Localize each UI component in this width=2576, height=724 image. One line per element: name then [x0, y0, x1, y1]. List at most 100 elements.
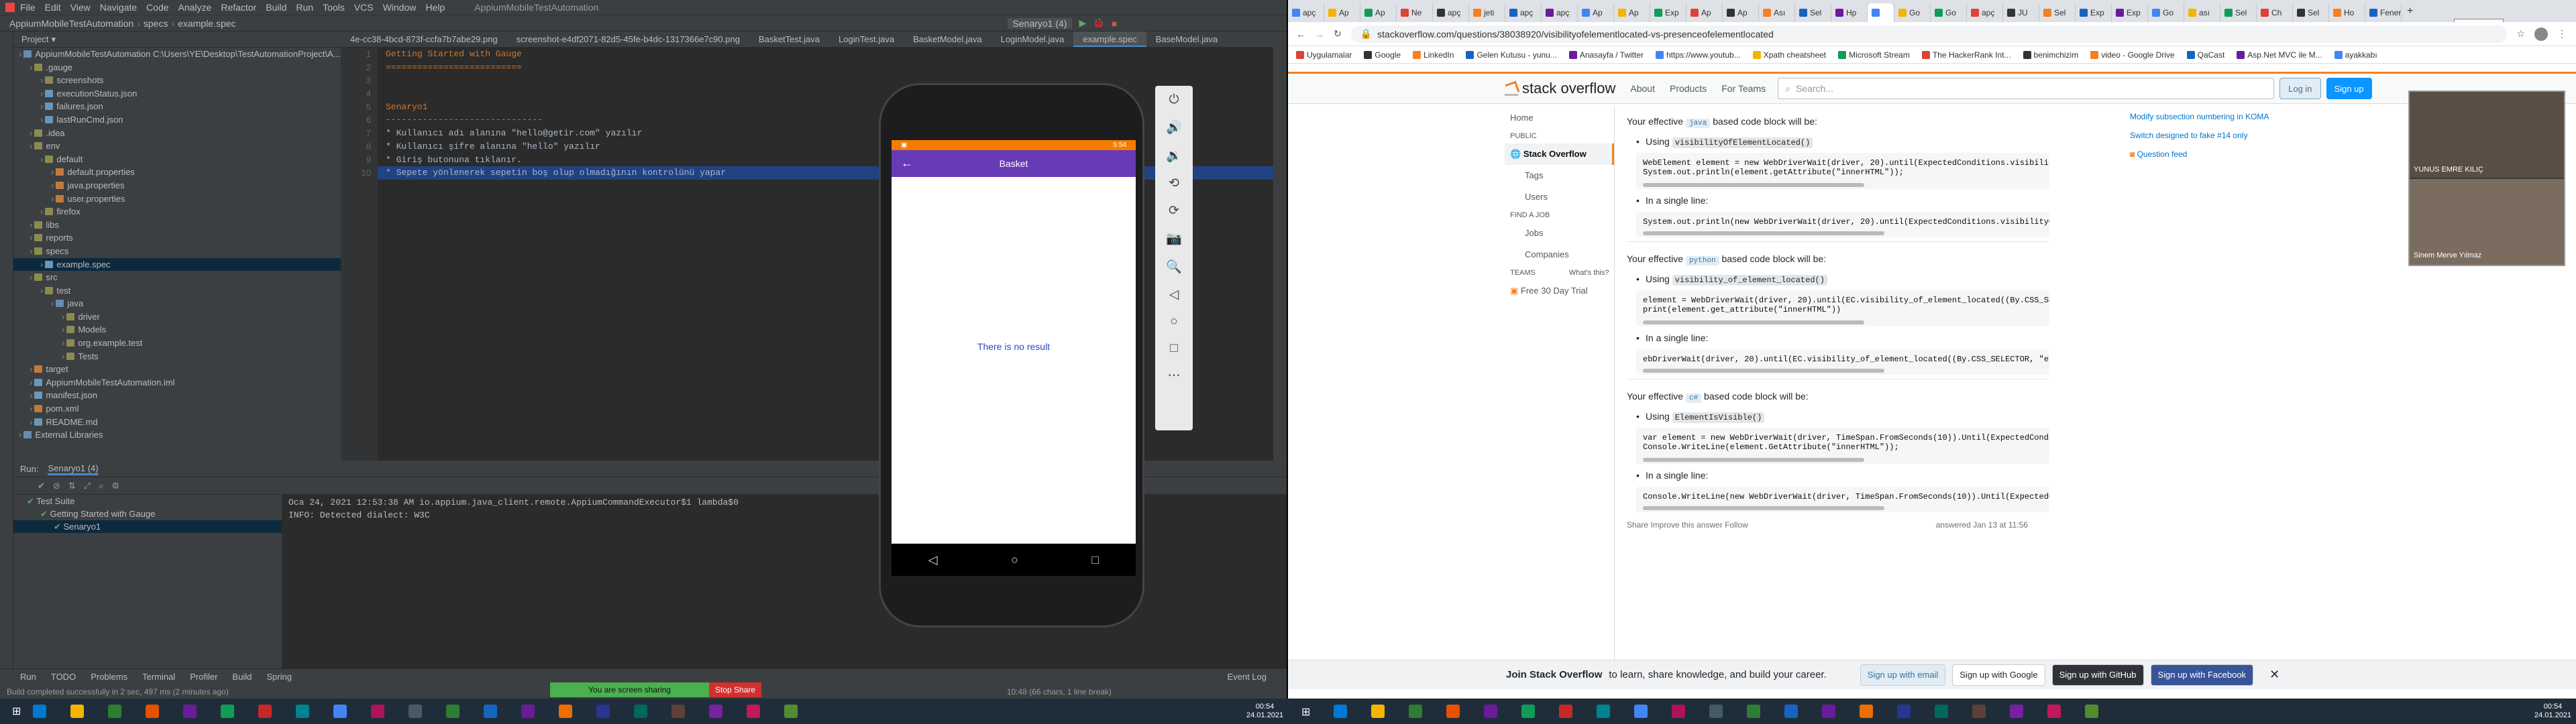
code-line[interactable]	[378, 87, 1287, 101]
taskbar-app-icon[interactable]	[1747, 705, 1760, 718]
language-tag[interactable]: c#	[1685, 394, 1702, 403]
whats-this-link[interactable]: What's this?	[1569, 269, 1609, 277]
menu-item[interactable]: VCS	[354, 2, 374, 13]
tree-item[interactable]: › External Libraries	[13, 428, 341, 442]
language-tag[interactable]: java	[1685, 119, 1711, 128]
nav-recents-icon[interactable]: □	[1091, 553, 1099, 567]
tree-item[interactable]: › pom.xml	[13, 402, 341, 416]
tree-item[interactable]: › README.md	[13, 416, 341, 429]
language-tag[interactable]: python	[1685, 256, 1719, 265]
editor-tab[interactable]: screenshot-e4df2071-82d5-45fe-b4dc-13173…	[507, 32, 749, 47]
chevron-icon[interactable]: ›	[30, 62, 32, 72]
project-label[interactable]: Project	[21, 34, 48, 44]
signup-facebook-button[interactable]: Sign up with Facebook	[2150, 664, 2254, 686]
bookmark-item[interactable]: ayakkabı	[2334, 50, 2377, 60]
chevron-icon[interactable]: ›	[30, 272, 32, 282]
tree-item[interactable]: › user.properties	[13, 192, 341, 206]
chevron-icon[interactable]: ›	[30, 233, 32, 243]
sort-icon[interactable]: ⇅	[68, 481, 76, 491]
taskbar-app-icon[interactable]	[596, 705, 610, 718]
browser-tab[interactable]: Go	[1931, 3, 1967, 22]
signup-github-button[interactable]: Sign up with GitHub	[2051, 664, 2144, 686]
taskbar-app-icon[interactable]	[1860, 705, 1873, 718]
expand-icon[interactable]: ⤢	[84, 481, 91, 491]
tree-item[interactable]: › libs	[13, 219, 341, 232]
chevron-icon[interactable]: ›	[30, 404, 32, 414]
so-logo[interactable]: stack overflow	[1505, 80, 1615, 97]
menu-item[interactable]: File	[20, 2, 36, 13]
taskbar-app-icon[interactable]	[2085, 705, 2098, 718]
settings-icon[interactable]: ⚙	[111, 481, 119, 491]
tool-window-tab[interactable]: Run	[20, 672, 36, 682]
overview-icon[interactable]: □	[1170, 341, 1177, 356]
bookmark-item[interactable]: Google	[1364, 50, 1401, 60]
taskbar-app-icon[interactable]	[521, 705, 535, 718]
browser-tab[interactable]: Ap	[1723, 3, 1759, 22]
taskbar-app-icon[interactable]	[183, 705, 197, 718]
browser-tab[interactable]: apç	[1433, 3, 1469, 22]
so-nav-products[interactable]: Products	[1670, 83, 1707, 94]
tree-item[interactable]: › failures.json	[13, 100, 341, 113]
taskbar-app-icon[interactable]	[1521, 705, 1535, 718]
taskbar-app-icon[interactable]	[108, 705, 122, 718]
run-tree-suite[interactable]: ✔ Test Suite	[13, 495, 282, 507]
cancel-icon[interactable]: ⊘	[53, 481, 60, 491]
browser-tab[interactable]: Go	[2148, 3, 2184, 22]
nav-home-icon[interactable]: ○	[1011, 553, 1018, 567]
debug-icon[interactable]: 🐞	[1093, 17, 1104, 29]
tree-item[interactable]: › org.example.test	[13, 337, 341, 350]
browser-tab[interactable]: Exp	[2076, 3, 2112, 22]
code-scrollbar[interactable]	[1643, 231, 1884, 235]
tree-item[interactable]: › specs	[13, 245, 341, 258]
check-icon[interactable]: ✔	[38, 481, 45, 491]
taskbar-app-icon[interactable]	[1897, 705, 1911, 718]
chevron-icon[interactable]: ›	[62, 338, 64, 348]
browser-tab[interactable]: Sel	[1795, 3, 1831, 22]
browser-tab[interactable]: Ap	[1360, 3, 1397, 22]
taskbar-app-icon[interactable]	[221, 705, 235, 718]
zoom-icon[interactable]: 🔍	[1166, 259, 1182, 275]
editor-tab[interactable]: LoginModel.java	[991, 32, 1074, 47]
menu-item[interactable]: Refactor	[221, 2, 256, 13]
editor-tab[interactable]: BaseModel.java	[1146, 32, 1228, 47]
tree-item[interactable]: › src	[13, 271, 341, 284]
browser-tab[interactable]: JU	[2003, 3, 2039, 22]
nav-back-icon[interactable]: ◁	[928, 553, 938, 567]
taskbar-app-icon[interactable]	[784, 705, 798, 718]
bookmark-item[interactable]: Anasayfa / Twitter	[1568, 50, 1644, 60]
code-line[interactable]: Getting Started with Gauge	[378, 48, 1287, 61]
taskbar-app-icon[interactable]	[1559, 705, 1572, 718]
share-links[interactable]: Share Improve this answer Follow	[1627, 520, 1748, 530]
chevron-icon[interactable]: ›	[30, 141, 32, 151]
bookmark-item[interactable]: Asp.Net MVC ile M...	[2237, 50, 2322, 60]
menu-item[interactable]: Run	[296, 2, 313, 13]
taskbar-app-icon[interactable]	[371, 705, 385, 718]
code-block[interactable]: WebElement element = new WebDriverWait(d…	[1636, 153, 2049, 189]
chevron-icon[interactable]: ›	[30, 390, 32, 400]
chevron-icon[interactable]: ›	[19, 430, 21, 440]
taskbar-app-icon[interactable]	[70, 705, 85, 718]
taskbar-app-icon[interactable]	[484, 705, 498, 718]
chevron-icon[interactable]: ›	[40, 206, 43, 217]
back-icon[interactable]: ←	[1296, 29, 1305, 40]
taskbar-app-icon[interactable]	[1672, 705, 1685, 718]
stop-share-button[interactable]: Stop Share	[709, 682, 761, 697]
code-block[interactable]: ebDriverWait(driver, 20).until(EC.visibi…	[1636, 349, 2049, 375]
close-icon[interactable]: ✕	[2269, 668, 2279, 682]
tree-item[interactable]: › reports	[13, 231, 341, 245]
browser-tab[interactable]: Sel	[2220, 3, 2257, 22]
browser-tab[interactable]: Go	[1894, 3, 1931, 22]
taskbar-app-icon[interactable]	[1484, 705, 1497, 718]
back-arrow-icon[interactable]: ←	[901, 156, 913, 170]
taskbar-app-icon[interactable]	[1709, 705, 1723, 718]
code-line[interactable]: Senaryo1	[378, 101, 1287, 114]
browser-tab[interactable]: Ne	[1397, 3, 1433, 22]
tool-window-tab[interactable]: Problems	[91, 672, 127, 682]
run-icon[interactable]: ▶	[1079, 17, 1086, 29]
volume-down-icon[interactable]: 🔉	[1166, 147, 1182, 164]
so-search-input[interactable]: ⌕ Search...	[1778, 78, 2275, 99]
taskbar-app-icon[interactable]	[672, 705, 686, 718]
question-feed-link[interactable]: ◙ Question feed	[2130, 145, 2331, 164]
taskbar-app-icon[interactable]	[1446, 705, 1460, 718]
taskbar-app-icon[interactable]	[1371, 705, 1385, 718]
